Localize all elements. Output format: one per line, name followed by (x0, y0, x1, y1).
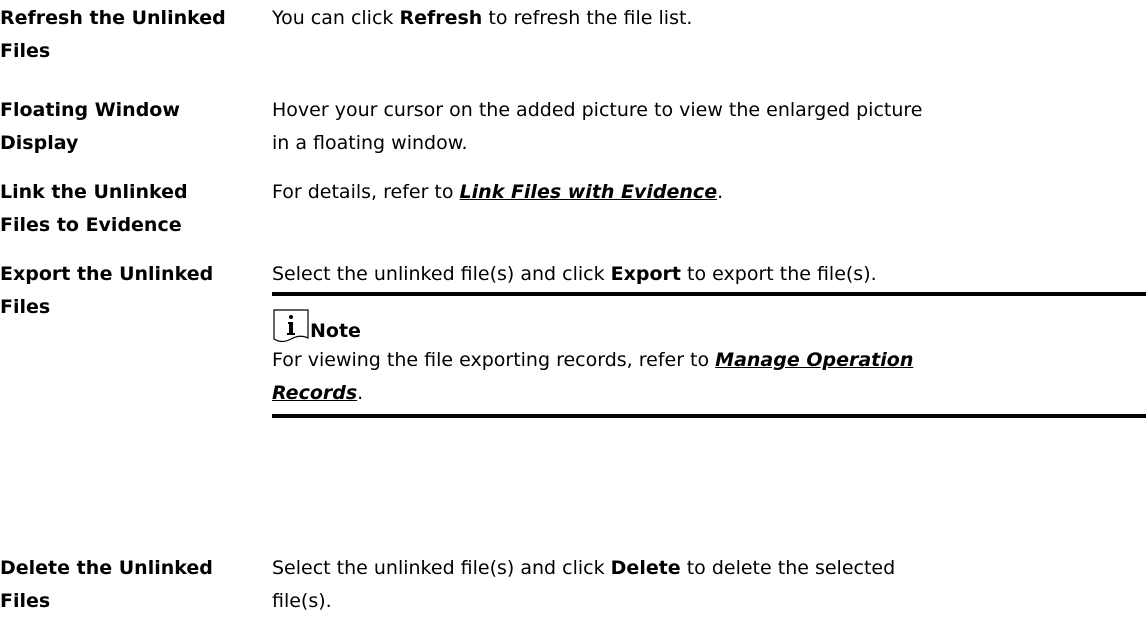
term-export-line2: Files (0, 296, 51, 318)
note-title: Note (310, 320, 361, 342)
term-delete-line2: Files (0, 590, 51, 612)
desc-floating-line1: Hover your cursor on the added picture t… (272, 99, 923, 121)
desc-link-text-after: . (717, 181, 724, 203)
term-refresh-line2: Files (0, 40, 51, 62)
term-floating-line1: Floating Window (0, 99, 180, 121)
desc-floating-window: Hover your cursor on the added picture t… (272, 94, 1142, 160)
note-header: Note (272, 304, 361, 344)
desc-delete-line2: file(s). (272, 590, 332, 612)
desc-export-text-after: to export the file(s). (681, 263, 877, 285)
term-export: Export the Unlinked Files (0, 258, 260, 324)
refresh-button-label: Refresh (399, 7, 483, 29)
desc-refresh-text-before: You can click (272, 7, 400, 29)
desc-delete-text-after: to delete the selected (680, 557, 896, 579)
desc-export-text-before: Select the unlinked file(s) and click (272, 263, 611, 285)
export-button-label: Export (610, 263, 681, 285)
term-delete-line1: Delete the Unlinked (0, 557, 213, 579)
note-box: Note For viewing the file exporting reco… (272, 292, 1146, 418)
term-link-files: Link the Unlinked Files to Evidence (0, 176, 260, 242)
desc-refresh: You can click Refresh to refresh the fil… (272, 2, 1142, 35)
desc-link-files: For details, refer to Link Files with Ev… (272, 176, 1142, 209)
note-text-after: . (357, 382, 364, 404)
desc-floating-line2: in a floating window. (272, 132, 468, 154)
desc-refresh-text-after: to refresh the file list. (482, 7, 693, 29)
term-refresh-line1: Refresh the Unlinked (0, 7, 226, 29)
term-floating-window: Floating Window Display (0, 94, 260, 160)
note-text: For viewing the file exporting records, … (272, 344, 1142, 410)
term-link-line2: Files to Evidence (0, 214, 182, 236)
info-note-icon-svg (273, 309, 309, 343)
term-delete: Delete the Unlinked Files (0, 552, 260, 618)
desc-delete-text-before: Select the unlinked file(s) and click (272, 557, 611, 579)
note-text-before: For viewing the file exporting records, … (272, 349, 716, 371)
term-export-line1: Export the Unlinked (0, 263, 214, 285)
desc-export: Select the unlinked file(s) and click Ex… (272, 258, 1142, 291)
manage-operation-records-link-line1[interactable]: Manage Operation (715, 349, 913, 371)
term-floating-line2: Display (0, 132, 79, 154)
desc-link-text-before: For details, refer to (272, 181, 460, 203)
term-link-line1: Link the Unlinked (0, 181, 188, 203)
link-files-with-evidence-link[interactable]: Link Files with Evidence (460, 181, 718, 203)
term-refresh: Refresh the Unlinked Files (0, 2, 260, 68)
info-note-icon (272, 306, 310, 344)
delete-button-label: Delete (610, 557, 681, 579)
desc-delete: Select the unlinked file(s) and click De… (272, 552, 1142, 618)
manage-operation-records-link-line2[interactable]: Records (272, 382, 357, 404)
